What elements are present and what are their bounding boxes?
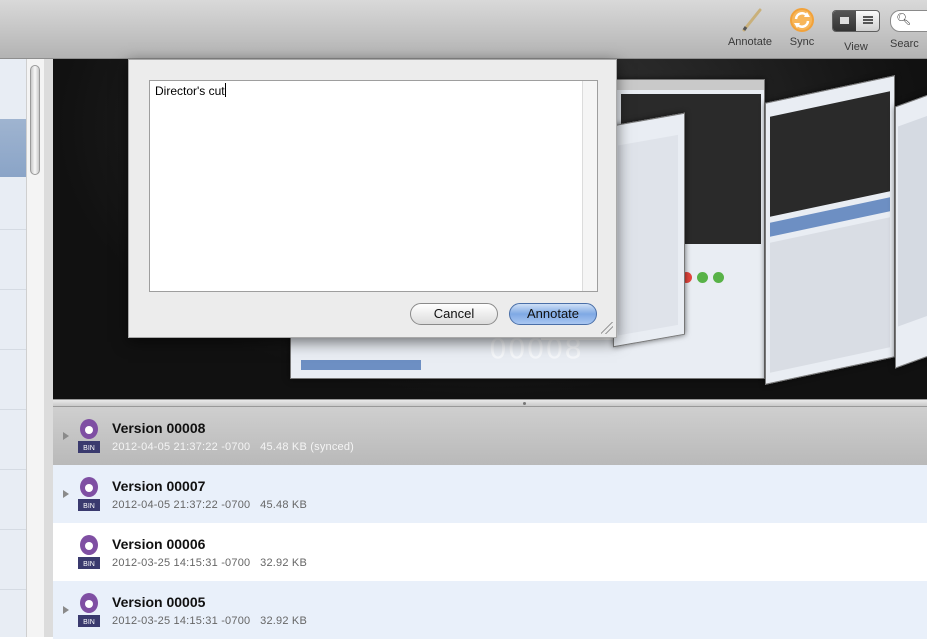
version-list: BIN Version 00008 2012-04-05 21:37:22 -0…	[53, 407, 927, 639]
split-gutter[interactable]	[44, 59, 53, 637]
divider-knob-icon	[523, 402, 526, 405]
snapshot-next-2[interactable]	[895, 91, 927, 369]
sidebar-selected-row[interactable]	[0, 119, 26, 177]
sync-toolbar-button[interactable]: Sync	[782, 6, 822, 48]
annotation-text: Director's cut	[155, 84, 225, 98]
version-row-00005[interactable]: BIN Version 00005 2012-03-25 14:15:31 -0…	[53, 581, 927, 639]
search-toolbar-label: Searc	[890, 38, 919, 50]
disclosure-triangle-icon[interactable]	[63, 432, 69, 440]
coverflow-view-icon[interactable]	[833, 11, 856, 31]
annotate-button[interactable]: Annotate	[509, 303, 597, 325]
text-caret	[224, 83, 226, 97]
version-size: 32.92 KB	[260, 615, 307, 627]
sync-icon	[790, 8, 814, 32]
snapshot-previous[interactable]	[613, 112, 685, 348]
version-meta: 2012-04-05 21:37:22 -0700 45.48 KB	[112, 499, 307, 511]
bin-file-icon: BIN	[78, 535, 100, 569]
version-row-00007[interactable]: BIN Version 00007 2012-04-05 21:37:22 -0…	[53, 465, 927, 523]
view-toolbar-button[interactable]: View	[828, 6, 884, 53]
disclosure-triangle-icon[interactable]	[63, 490, 69, 498]
annotation-sheet: Director's cut Cancel Annotate	[128, 59, 617, 338]
search-toolbar-item[interactable]: 🔍︎ Searc	[890, 6, 927, 50]
bin-badge: BIN	[83, 445, 95, 452]
split-view-divider[interactable]	[53, 399, 927, 407]
bin-badge: BIN	[83, 561, 95, 568]
bin-file-icon: BIN	[78, 477, 100, 511]
sidebar-row-divider	[0, 469, 26, 470]
version-meta: 2012-03-25 14:15:31 -0700 32.92 KB	[112, 615, 307, 627]
version-meta: 2012-04-05 21:37:22 -0700 45.48 KB (sync…	[112, 441, 354, 453]
search-field[interactable]: 🔍︎	[890, 10, 927, 32]
search-icon: 🔍︎	[896, 12, 912, 26]
annotate-toolbar-button[interactable]: Annotate	[722, 6, 778, 48]
cancel-button[interactable]: Cancel	[410, 303, 498, 325]
annotate-toolbar-label: Annotate	[727, 36, 773, 48]
sidebar-row-divider	[0, 529, 26, 530]
sidebar-scroll-thumb[interactable]	[30, 65, 40, 175]
sidebar-row-divider	[0, 589, 26, 590]
version-title: Version 00005	[112, 594, 206, 610]
version-size: 45.48 KB	[260, 441, 307, 453]
version-title: Version 00008	[112, 420, 206, 436]
sidebar-scrollbar[interactable]	[26, 59, 44, 637]
bin-file-icon: BIN	[78, 419, 100, 453]
bin-file-icon: BIN	[78, 593, 100, 627]
pencil-icon	[742, 8, 762, 32]
version-date: 2012-04-05 21:37:22 -0700	[112, 499, 251, 511]
version-size: 45.48 KB	[260, 499, 307, 511]
view-toolbar-label: View	[844, 41, 868, 53]
sidebar-row-divider	[0, 349, 26, 350]
window-buttons	[681, 270, 729, 288]
version-title: Version 00007	[112, 478, 206, 494]
bin-badge: BIN	[83, 503, 95, 510]
version-date: 2012-04-05 21:37:22 -0700	[112, 441, 251, 453]
version-title: Version 00006	[112, 536, 206, 552]
annotation-text-field[interactable]: Director's cut	[149, 80, 598, 292]
version-row-00008[interactable]: BIN Version 00008 2012-04-05 21:37:22 -0…	[53, 407, 927, 465]
version-size: 32.92 KB	[260, 557, 307, 569]
sidebar-row-divider	[0, 229, 26, 230]
snapshot-next[interactable]	[765, 75, 895, 385]
version-date: 2012-03-25 14:15:31 -0700	[112, 557, 251, 569]
disclosure-triangle-icon[interactable]	[63, 606, 69, 614]
sidebar-row-divider	[0, 289, 26, 290]
version-status: (synced)	[310, 441, 355, 453]
annotation-text-scrollbar[interactable]	[582, 81, 597, 291]
sync-toolbar-label: Sync	[789, 36, 815, 48]
version-row-00006[interactable]: BIN Version 00006 2012-03-25 14:15:31 -0…	[53, 523, 927, 581]
toolbar: Annotate Sync View 🔍︎ Searc	[0, 0, 927, 59]
version-date: 2012-03-25 14:15:31 -0700	[112, 615, 251, 627]
bin-badge: BIN	[83, 619, 95, 626]
view-segmented-control[interactable]	[832, 10, 880, 32]
version-meta: 2012-03-25 14:15:31 -0700 32.92 KB	[112, 557, 307, 569]
sidebar-row-divider	[0, 409, 26, 410]
resize-grip-icon[interactable]	[601, 322, 613, 334]
